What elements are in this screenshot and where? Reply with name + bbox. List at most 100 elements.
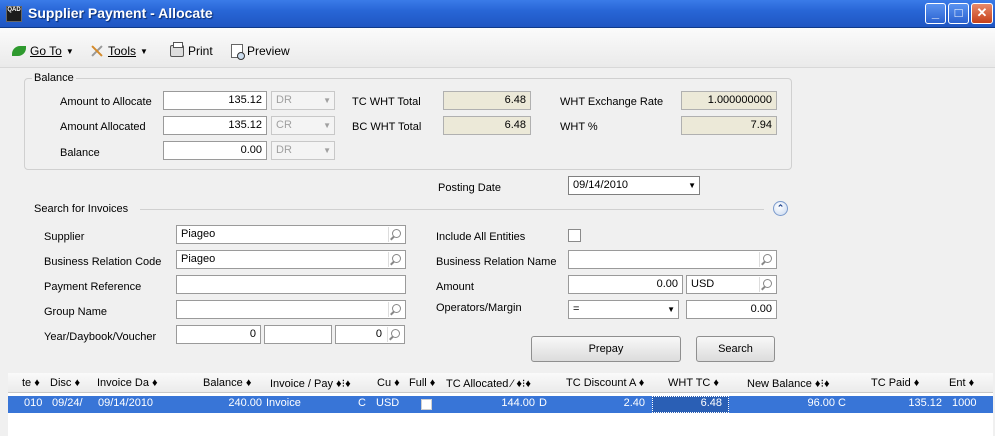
col-header-new-balance[interactable]: New Balance ♦⁝♦ <box>747 377 830 390</box>
app-icon: QAD <box>6 6 22 22</box>
cell-dc: C <box>358 397 366 409</box>
operator-dropdown[interactable]: = ▼ <box>568 300 679 319</box>
search-legend: Search for Invoices <box>34 203 129 215</box>
posting-date-label: Posting Date <box>438 182 501 194</box>
currency-field[interactable]: USD <box>686 275 777 294</box>
wht-exchange-rate-field: 1.000000000 <box>681 91 777 110</box>
cell-new-balance-dc: C <box>838 397 846 409</box>
posting-date-picker[interactable]: 09/14/2010 ▼ <box>568 176 700 195</box>
operators-label: Operators/Margin <box>436 302 522 314</box>
search-icon[interactable] <box>387 327 403 342</box>
brn-label: Business Relation Name <box>436 256 557 268</box>
col-header-disc[interactable]: Disc ♦ <box>50 377 80 389</box>
chevron-down-icon: ▼ <box>688 181 696 190</box>
cell-invoice-date: 09/14/2010 <box>98 397 154 409</box>
brn-field[interactable] <box>568 250 777 269</box>
amount-allocated-label: Amount Allocated <box>60 121 146 133</box>
prepay-button[interactable]: Prepay <box>531 336 681 362</box>
brc-field[interactable]: Piageo <box>176 250 406 269</box>
amount-to-allocate-label: Amount to Allocate <box>60 96 152 108</box>
col-header-currency[interactable]: Cu ♦ <box>377 377 400 389</box>
collapse-up-icon[interactable]: ⌃ <box>773 201 788 216</box>
amount-allocated-drcr[interactable]: CR ▼ <box>271 116 335 135</box>
chevron-down-icon: ▼ <box>323 121 331 130</box>
amount-to-allocate-field[interactable]: 135.12 <box>163 91 267 110</box>
search-icon[interactable] <box>759 252 775 267</box>
supplier-field[interactable]: Piageo <box>176 225 406 244</box>
amount-to-allocate-drcr[interactable]: DR ▼ <box>271 91 335 110</box>
cell-invoice-pay: Invoice <box>266 397 301 409</box>
bc-wht-total-label: BC WHT Total <box>352 121 422 133</box>
wht-pct-label: WHT % <box>560 121 598 133</box>
cell-tc-allocated: 144.00 <box>501 397 535 409</box>
year-field[interactable]: 0 <box>176 325 261 344</box>
preview-button[interactable]: Preview <box>231 44 290 60</box>
cell-balance: 240.00 <box>228 397 262 409</box>
wht-pct-field: 7.94 <box>681 116 777 135</box>
full-checkbox[interactable] <box>421 399 432 410</box>
search-button[interactable]: Search <box>696 336 775 362</box>
goto-label: Go To <box>30 44 62 58</box>
chevron-down-icon: ▼ <box>65 46 74 56</box>
cell-tc-allocated-dc: D <box>539 397 547 409</box>
tools-menu[interactable]: Tools ▼ <box>90 44 148 58</box>
chevron-down-icon: ▼ <box>667 305 675 314</box>
maximize-button[interactable]: □ <box>948 3 969 24</box>
cell-entity: 1000 <box>952 397 977 409</box>
tc-wht-total-field: 6.48 <box>443 91 531 110</box>
group-name-field[interactable] <box>176 300 406 319</box>
window-title: Supplier Payment - Allocate <box>28 5 213 21</box>
cell-currency: USD <box>376 397 400 409</box>
search-icon[interactable] <box>759 277 775 292</box>
tc-wht-total-label: TC WHT Total <box>352 96 421 108</box>
col-header-invoice-date[interactable]: Invoice Da ♦ <box>97 377 158 389</box>
cell-tc-discount: 2.40 <box>623 397 645 409</box>
amount-allocated-field[interactable]: 135.12 <box>163 116 267 135</box>
balance-label: Balance <box>60 147 100 159</box>
brc-label: Business Relation Code <box>44 256 162 268</box>
toolbar <box>0 28 995 68</box>
col-header-wht-tc[interactable]: WHT TC ♦ <box>668 377 719 389</box>
search-separator <box>140 209 764 210</box>
search-icon[interactable] <box>388 252 404 267</box>
wht-exchange-rate-label: WHT Exchange Rate <box>560 96 664 108</box>
margin-field[interactable]: 0.00 <box>686 300 777 319</box>
print-label: Print <box>188 44 213 58</box>
payment-ref-field[interactable] <box>176 275 406 294</box>
chevron-down-icon: ▼ <box>323 146 331 155</box>
goto-icon <box>12 46 26 56</box>
voucher-field[interactable]: 0 <box>335 325 405 344</box>
col-header-tc-allocated[interactable]: TC Allocated ⁄ ♦⁝♦ <box>446 377 531 390</box>
amount-label: Amount <box>436 281 474 293</box>
col-header-entity[interactable]: Ent ♦ <box>949 377 974 389</box>
ydv-label: Year/Daybook/Voucher <box>44 331 157 343</box>
close-button[interactable]: ✕ <box>971 3 993 24</box>
search-icon[interactable] <box>388 302 404 317</box>
cell-new-balance: 96.00 <box>807 397 835 409</box>
balance-field[interactable]: 0.00 <box>163 141 267 160</box>
balance-drcr[interactable]: DR ▼ <box>271 141 335 160</box>
bc-wht-total-field: 6.48 <box>443 116 531 135</box>
balance-legend: Balance <box>32 72 76 84</box>
printer-icon <box>170 42 184 57</box>
col-header-balance[interactable]: Balance ♦ <box>203 377 251 389</box>
col-header-tc-paid[interactable]: TC Paid ♦ <box>871 377 919 389</box>
cell-wht-tc: 6.48 <box>700 397 722 409</box>
supplier-label: Supplier <box>44 231 85 243</box>
include-all-checkbox[interactable] <box>568 229 581 242</box>
print-button[interactable]: Print <box>170 42 213 58</box>
search-icon[interactable] <box>388 227 404 242</box>
goto-menu[interactable]: Go To ▼ <box>12 44 74 58</box>
group-name-label: Group Name <box>44 306 107 318</box>
col-header-te[interactable]: te ♦ <box>22 377 40 389</box>
minimize-button[interactable]: _ <box>925 3 946 24</box>
tools-label: Tools <box>108 44 137 58</box>
daybook-field[interactable] <box>264 325 332 344</box>
col-header-invoice-pay[interactable]: Invoice / Pay ♦⁝♦ <box>270 377 351 390</box>
col-header-tc-discount[interactable]: TC Discount A ♦ <box>566 377 644 389</box>
chevron-down-icon: ▼ <box>140 46 148 56</box>
preview-label: Preview <box>247 44 290 58</box>
col-header-full[interactable]: Full ♦ <box>409 377 435 389</box>
payment-ref-label: Payment Reference <box>44 281 142 293</box>
amount-field[interactable]: 0.00 <box>568 275 683 294</box>
